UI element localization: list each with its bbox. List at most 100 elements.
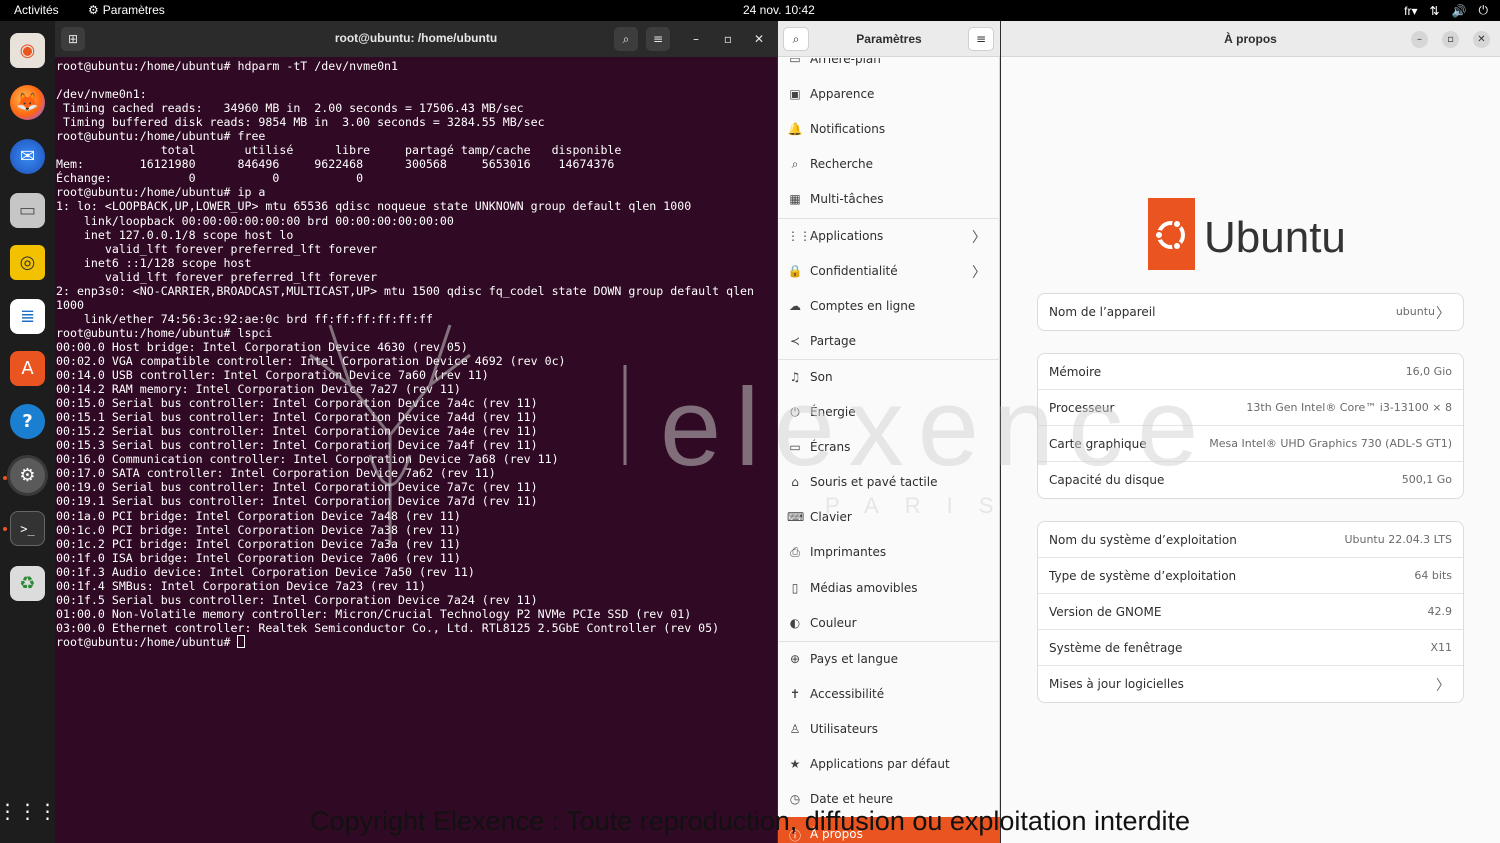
power-icon: ⏻ [1478,3,1489,17]
terminal-line: 00:15.2 Serial bus controller: Intel Cor… [56,424,538,439]
info-row-label: Carte graphique [1049,437,1147,451]
terminal-line: 00:1c.2 PCI bridge: Intel Corporation De… [56,536,461,551]
terminal-line: 00:19.0 Serial bus controller: Intel Cor… [56,480,538,495]
chevron-right-icon: 〉 [1436,678,1450,694]
terminal-menu-button[interactable]: ≡ [646,27,670,51]
writer-icon[interactable]: ≣ [10,299,45,334]
app-menu[interactable]: ⚙ Paramètres [88,3,165,17]
settings-menu-button[interactable]: ≡ [968,27,994,51]
dock: ◉ 🦊 ✉ ▭ ◎ ≣ A ? ⚙ >_ ♻ ⋮⋮⋮ [0,21,58,843]
sidebar-item-clock[interactable]: ◷ Date et heure [778,782,1000,817]
sidebar-item-accessibility[interactable]: ✝ Accessibilité [778,677,1000,712]
sidebar-item-globe[interactable]: ⊕ Pays et langue [778,642,1000,677]
terminal-line: root@ubuntu:/home/ubuntu# lspci [56,325,273,340]
multitasking-icon: ▦ [789,192,801,207]
maximize-button[interactable]: ▫ [716,27,740,51]
sidebar-item-label: Partage [810,333,857,348]
sidebar-item-label: Imprimantes [810,545,887,560]
ubuntu-logo-mark [1148,198,1195,270]
sidebar-item-usb[interactable]: ▯ Médias amovibles [778,571,1000,606]
minimize-button[interactable]: – [684,27,708,51]
terminal-line: 00:1f.3 Audio device: Intel Corporation … [56,564,475,579]
sidebar-item-label: Notifications [810,122,886,137]
info-row-value: Mesa Intel® UHD Graphics 730 (ADL-S GT1) [1209,437,1452,450]
info-row[interactable]: Mises à jour logicielles 〉 [1038,666,1463,702]
sidebar-item-color[interactable]: ◐ Couleur [778,606,1000,641]
terminal-icon[interactable]: >_ [10,511,45,546]
text-cursor [237,634,246,648]
app-menu-label: Paramètres [102,3,165,17]
sidebar-item-label: Énergie [810,405,856,419]
rhythmbox-icon[interactable]: ◎ [10,245,45,280]
clock[interactable]: 24 nov. 10:42 [743,3,815,17]
sidebar-item-printer[interactable]: ⎙ Imprimantes [778,535,1000,570]
sidebar-item-appearance[interactable]: ▣ Apparence [778,77,1000,112]
ubuntu-logo-icon[interactable]: ◉ [10,33,45,68]
info-row[interactable]: Nom de l’appareil ubuntu 〉 [1038,294,1463,330]
terminal-search-button[interactable]: ⌕ [614,27,638,51]
sidebar-item-mouse[interactable]: ⌂ Souris et pavé tactile [778,465,1000,500]
terminal-line: 2: enp3s0: <NO-CARRIER,BROADCAST,MULTICA… [56,283,755,298]
thunderbird-icon[interactable]: ✉ [10,139,45,174]
info-row: Système de fenêtrage X11 [1038,630,1463,666]
ubuntu-logo-text: Ubuntu [1204,213,1346,262]
trash-icon[interactable]: ♻ [10,566,45,601]
info-row-label: Système de fenêtrage [1049,641,1183,655]
sidebar-item-star[interactable]: ★ Applications par défaut [778,747,1000,782]
terminal-line: 00:1a.0 PCI bridge: Intel Corporation De… [56,508,461,523]
sidebar-item-power[interactable]: ⏻ Énergie [778,395,1000,430]
sidebar-item-bell[interactable]: 🔔 Notifications [778,112,1000,147]
sidebar-item-keyboard[interactable]: ⌨ Clavier [778,500,1000,535]
help-icon[interactable]: ? [10,404,45,439]
system-tray[interactable]: fr▾ ⇅ 🔊 ⏻ [1404,3,1488,18]
background-icon: ▭ [789,58,801,66]
terminal-line: 00:1c.0 PCI bridge: Intel Corporation De… [56,522,461,537]
sidebar-item-search[interactable]: ⌕ Recherche [778,147,1000,182]
terminal-line: 00:1f.0 ISA bridge: Intel Corporation De… [56,550,461,565]
close-button[interactable]: ✕ [747,27,771,51]
info-row-value: 16,0 Gio [1405,365,1452,378]
sidebar-item-info[interactable]: ⓘ À propos [778,817,1000,843]
star-icon: ★ [789,757,801,771]
sidebar-item-background[interactable]: ▭ Arrière-plan [778,58,1000,77]
sidebar-item-users[interactable]: ♙ Utilisateurs [778,712,1000,747]
close-button[interactable]: ✕ [1473,31,1490,48]
software-icon[interactable]: A [10,351,45,386]
sidebar-item-apps-grid[interactable]: ⋮⋮ Applications 〉 [778,219,1000,254]
settings-sidebar: ⌕ Paramètres ≡ ▭ Arrière-plan ▣ Apparence 🔔 N… [778,21,1000,843]
info-row-label: Type de système d’exploitation [1049,569,1237,583]
sidebar-item-display[interactable]: ▭ Écrans [778,430,1000,465]
running-indicator [3,476,7,480]
terminal-line: 00:19.1 Serial bus controller: Intel Cor… [56,494,538,509]
activities-button[interactable]: Activités [14,3,59,17]
apps-grid-icon: ⋮⋮ [787,228,811,243]
terminal-line: root@ubuntu:/home/ubuntu# hdparm -tT /de… [56,59,399,73]
sidebar-item-label: Médias amovibles [810,580,918,595]
terminal-line: 01:00.0 Non-Volatile memory controller: … [56,606,692,621]
sidebar-item-label: Comptes en ligne [810,298,916,313]
sidebar-item-share[interactable]: ≺ Partage [778,324,1000,359]
files-icon[interactable]: ▭ [10,193,45,228]
maximize-button[interactable]: ▫ [1442,31,1459,48]
info-row: Carte graphique Mesa Intel® UHD Graphics … [1038,426,1463,462]
settings-icon[interactable]: ⚙ [10,458,45,493]
keyboard-layout-indicator[interactable]: fr▾ [1404,4,1417,18]
show-apps-icon[interactable]: ⋮⋮⋮ [0,793,58,828]
info-row: Processeur 13th Gen Intel® Core™ i3-13100… [1038,390,1463,426]
terminal-window[interactable]: ⊞ root@ubuntu: /home/ubuntu ⌕ ≡ – ▫ ✕ ro… [55,21,777,843]
sidebar-item-music-note[interactable]: ♫ Son [778,360,1000,395]
sidebar-item-lock[interactable]: 🔒 Confidentialité 〉 [778,254,1000,289]
minimize-button[interactable]: – [1411,31,1428,48]
terminal-line: 00:1f.5 Serial bus controller: Intel Cor… [56,592,538,607]
sidebar-item-label: Utilisateurs [810,721,878,736]
sidebar-item-cloud[interactable]: ☁ Comptes en ligne [778,289,1000,324]
sidebar-item-multitasking[interactable]: ▦ Multi-tâches [778,182,1000,217]
terminal-output[interactable]: root@ubuntu:/home/ubuntu# hdparm -tT /de… [56,59,776,649]
terminal-line: 00:00.0 Host bridge: Intel Corporation D… [56,339,468,354]
info-row-value: 500,1 Go [1401,473,1452,486]
music-note-icon: ♫ [789,369,801,384]
firefox-icon[interactable]: 🦊 [10,85,45,120]
terminal-line: 03:00.0 Ethernet controller: Realtek Sem… [56,620,720,635]
sidebar-item-label: Confidentialité [810,263,898,278]
